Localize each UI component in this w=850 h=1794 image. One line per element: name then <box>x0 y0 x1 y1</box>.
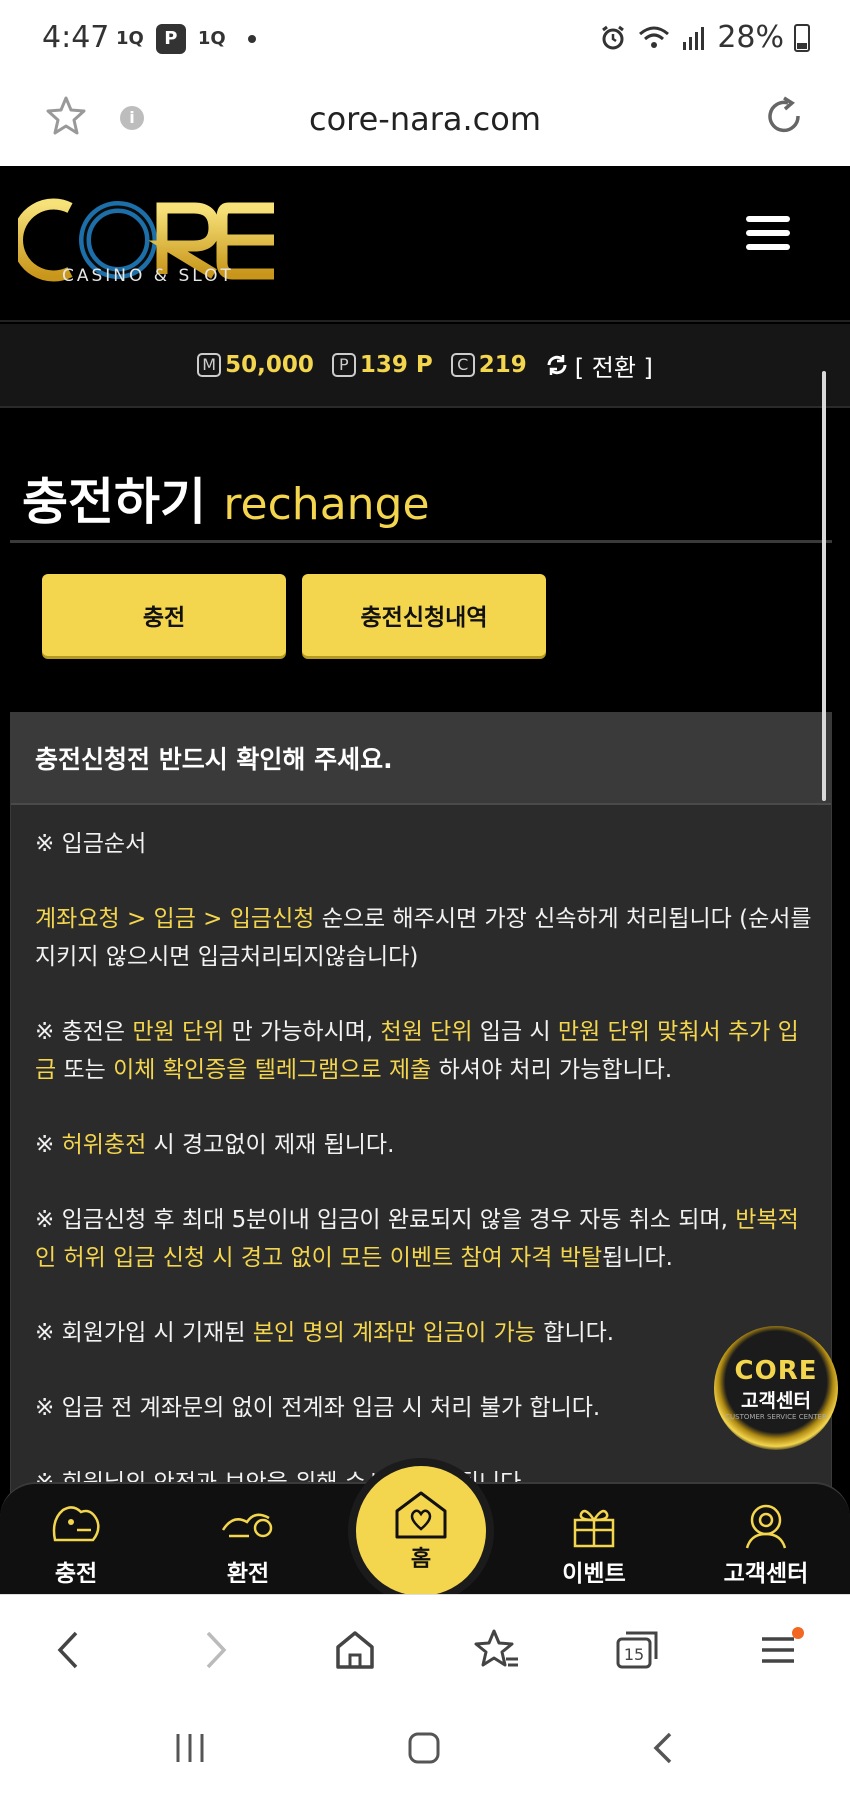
home-heart-icon <box>395 1491 447 1539</box>
coin-balance: C 219 <box>450 352 527 378</box>
notice-item: ※ 입금신청 후 최대 5분이내 입금이 완료되지 않을 경우 자동 취소 되며… <box>35 1207 799 1271</box>
browser-url-bar: i core-nara.com <box>0 80 850 166</box>
refresh-icon <box>547 355 567 375</box>
notice-body: ※ 입금순서 계좌요청 > 입금 > 입금신청 순으로 해주시면 가장 신속하게… <box>11 805 831 1502</box>
forward-icon[interactable] <box>190 1625 240 1675</box>
status-time: 4:47 <box>42 20 110 55</box>
more-notifications-dot <box>247 35 256 43</box>
coin-value: 219 <box>478 352 527 378</box>
notice-heading: 충전신청전 반드시 확인해 주세요. <box>11 713 831 805</box>
nav-support-label: 고객센터 <box>723 1561 809 1587</box>
point-icon: P <box>331 353 356 377</box>
notification-icon-1q: 1Q <box>116 28 144 49</box>
nav-charge[interactable]: 충전 <box>16 1500 136 1588</box>
logo-subtitle: CASINO & SLOT <box>62 266 234 286</box>
support-icon <box>745 1504 787 1549</box>
point-balance: P 139 P <box>331 352 433 378</box>
nav-support[interactable]: 고객센터 <box>706 1500 826 1588</box>
wifi-icon <box>639 26 670 48</box>
alarm-icon <box>602 25 625 49</box>
page-title-en: rechange <box>223 479 430 530</box>
nav-home-label: 홈 <box>410 1547 432 1572</box>
menu-hamburger-icon[interactable] <box>746 216 790 256</box>
nav-event-label: 이벤트 <box>562 1561 626 1587</box>
switch-label: [ 전환 ] <box>574 353 653 382</box>
system-back-icon[interactable] <box>644 1728 684 1768</box>
site-header: CASINO & SLOT <box>0 166 850 322</box>
exchange-icon <box>221 1513 273 1538</box>
site-content: CASINO & SLOT M 50,000 P 139 P C 219 [ 전… <box>0 166 850 1594</box>
fab-logo: CORE <box>734 1355 818 1386</box>
money-value: 50,000 <box>225 352 314 378</box>
notice-panel: 충전신청전 반드시 확인해 주세요. ※ 입금순서 계좌요청 > 입금 > 입금… <box>10 712 832 1594</box>
charge-button[interactable]: 충전 <box>42 574 286 656</box>
nav-exchange[interactable]: 환전 <box>188 1500 308 1588</box>
bookmarks-icon[interactable] <box>472 1625 522 1675</box>
fab-label: 고객센터 <box>741 1389 811 1412</box>
point-value: 139 P <box>359 352 433 378</box>
page-title: 충전하기 rechange <box>22 462 430 534</box>
notice-item: 계좌요청 > 입금 > 입금신청 순으로 해주시면 가장 신속하게 처리됩니다 … <box>35 906 812 970</box>
reload-icon[interactable] <box>762 94 806 138</box>
parking-icon: P <box>155 24 186 54</box>
charge-icon <box>52 1506 100 1542</box>
notice-item: ※ 입금순서 <box>35 831 147 857</box>
status-bar: 4:47 1Q P 1Q 28% <box>0 0 850 80</box>
nav-exchange-label: 환전 <box>226 1561 270 1587</box>
charge-history-button[interactable]: 충전신청내역 <box>302 574 546 656</box>
tab-count: 15 <box>624 1645 644 1664</box>
title-divider <box>10 540 832 543</box>
nav-charge-label: 충전 <box>54 1561 98 1587</box>
notification-icons: 1Q P 1Q <box>112 24 256 54</box>
money-balance: M 50,000 <box>197 352 314 378</box>
battery-percent: 28% <box>717 20 784 55</box>
customer-center-floating-button[interactable]: CORE 고객센터 CUSTOMER SERVICE CENTER <box>714 1326 838 1450</box>
status-indicators: 28% <box>599 20 810 55</box>
fab-sub: CUSTOMER SERVICE CENTER <box>725 1412 827 1421</box>
coin-icon: C <box>450 353 475 377</box>
money-icon: M <box>197 353 222 377</box>
balance-bar: M 50,000 P 139 P C 219 [ 전환 ] <box>0 324 850 408</box>
system-home-icon[interactable] <box>404 1728 444 1768</box>
system-navigation-bar <box>0 1704 850 1794</box>
switch-button[interactable]: [ 전환 ] <box>545 348 653 383</box>
notice-item: ※ 회원가입 시 기재된 본인 명의 계좌만 입금이 가능 합니다. <box>35 1320 615 1346</box>
notice-item: ※ 입금 전 계좌문의 없이 전계좌 입금 시 처리 불가 합니다. <box>35 1395 601 1421</box>
browser-toolbar: 15 <box>0 1594 850 1704</box>
menu-icon[interactable] <box>754 1625 804 1675</box>
url-text[interactable]: core-nara.com <box>0 100 850 138</box>
signal-icon <box>683 26 705 50</box>
screen: 4:47 1Q P 1Q 28% i core-nara.com CASINO … <box>0 0 850 1794</box>
scrollbar[interactable] <box>822 371 826 801</box>
back-icon[interactable] <box>44 1625 94 1675</box>
notice-item: ※ 충전은 만원 단위 만 가능하시며, 천원 단위 입금 시 만원 단위 맞춰… <box>35 1019 799 1083</box>
nav-event[interactable]: 이벤트 <box>534 1500 654 1588</box>
battery-icon <box>794 23 810 52</box>
gift-icon <box>573 1509 615 1548</box>
notice-item: ※ 허위충전 시 경고없이 제재 됩니다. <box>35 1132 395 1158</box>
page-title-ko: 충전하기 <box>22 473 206 531</box>
recent-apps-icon[interactable] <box>170 1728 210 1768</box>
notification-icon-1q: 1Q <box>197 28 226 49</box>
nav-home[interactable]: 홈 <box>356 1466 486 1596</box>
tabs-icon[interactable]: 15 <box>612 1625 662 1675</box>
home-icon[interactable] <box>330 1625 380 1675</box>
